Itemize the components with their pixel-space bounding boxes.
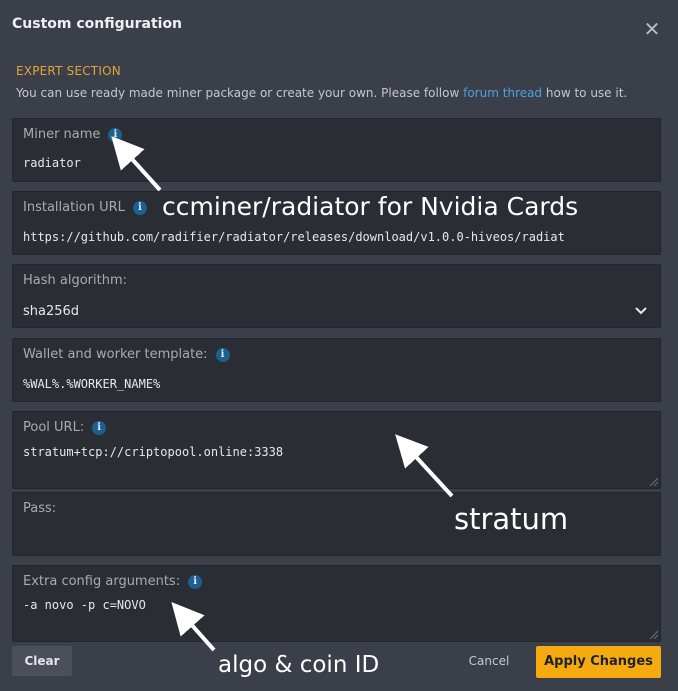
pool-url-label: Pool URL: i <box>23 420 107 435</box>
installation-url-label: Installation URL i <box>23 200 147 215</box>
extra-args-label: Extra config arguments: i <box>23 574 203 589</box>
custom-configuration-dialog: Custom configuration ✕ EXPERT SECTION Yo… <box>0 0 678 691</box>
wallet-template-input[interactable]: %WAL%.%WORKER_NAME% <box>23 377 651 391</box>
chevron-down-icon[interactable] <box>634 303 648 317</box>
miner-name-label: Miner name i <box>23 127 123 142</box>
hash-algorithm-label-text: Hash algorithm: <box>23 273 128 288</box>
resize-handle-icon[interactable] <box>648 629 658 639</box>
installation-url-input[interactable]: https://github.com/radifier/radiator/rel… <box>23 230 651 244</box>
section-description: You can use ready made miner package or … <box>16 86 627 100</box>
info-icon[interactable]: i <box>132 200 147 215</box>
expert-section-label: EXPERT SECTION <box>16 64 121 78</box>
info-icon[interactable]: i <box>92 420 107 435</box>
info-icon[interactable]: i <box>188 574 203 589</box>
wallet-template-label: Wallet and worker template: i <box>23 347 230 362</box>
wallet-template-label-text: Wallet and worker template: <box>23 347 208 362</box>
hash-algorithm-field[interactable]: Hash algorithm: sha256d <box>12 264 661 328</box>
miner-name-label-text: Miner name <box>23 127 101 142</box>
forum-thread-link[interactable]: forum thread <box>463 86 542 100</box>
annotation-miner: ccminer/radiator for Nvidia Cards <box>162 192 579 221</box>
dialog-title: Custom configuration <box>12 16 183 32</box>
miner-name-field[interactable]: Miner name i radiator <box>12 118 661 182</box>
pool-url-label-text: Pool URL: <box>23 420 85 435</box>
section-desc-tail: how to use it. <box>542 86 628 100</box>
pool-url-textarea[interactable]: stratum+tcp://criptopool.online:3338 <box>23 445 651 459</box>
pass-label-text: Pass: <box>23 501 57 516</box>
info-icon[interactable]: i <box>215 347 230 362</box>
info-icon[interactable]: i <box>108 127 123 142</box>
cancel-button[interactable]: Cancel <box>462 646 516 676</box>
extra-args-label-text: Extra config arguments: <box>23 574 181 589</box>
annotation-algo: algo & coin ID <box>218 652 380 678</box>
wallet-template-field[interactable]: Wallet and worker template: i %WAL%.%WOR… <box>12 338 661 402</box>
section-desc-text: You can use ready made miner package or … <box>16 86 464 100</box>
clear-button[interactable]: Clear <box>12 646 72 676</box>
extra-args-textarea[interactable]: -a novo -p c=NOVO <box>23 598 651 612</box>
annotation-stratum: stratum <box>454 502 569 536</box>
apply-changes-button[interactable]: Apply Changes <box>536 646 661 678</box>
pool-url-field[interactable]: Pool URL: i stratum+tcp://criptopool.onl… <box>12 411 661 489</box>
hash-algorithm-select[interactable]: sha256d <box>23 304 79 319</box>
extra-args-field[interactable]: Extra config arguments: i -a novo -p c=N… <box>12 565 661 642</box>
miner-name-input[interactable]: radiator <box>23 156 651 170</box>
pass-label: Pass: <box>23 501 56 516</box>
resize-handle-icon[interactable] <box>648 476 658 486</box>
installation-url-label-text: Installation URL <box>23 200 125 215</box>
close-icon[interactable]: ✕ <box>641 18 663 40</box>
hash-algorithm-label: Hash algorithm: <box>23 273 127 288</box>
